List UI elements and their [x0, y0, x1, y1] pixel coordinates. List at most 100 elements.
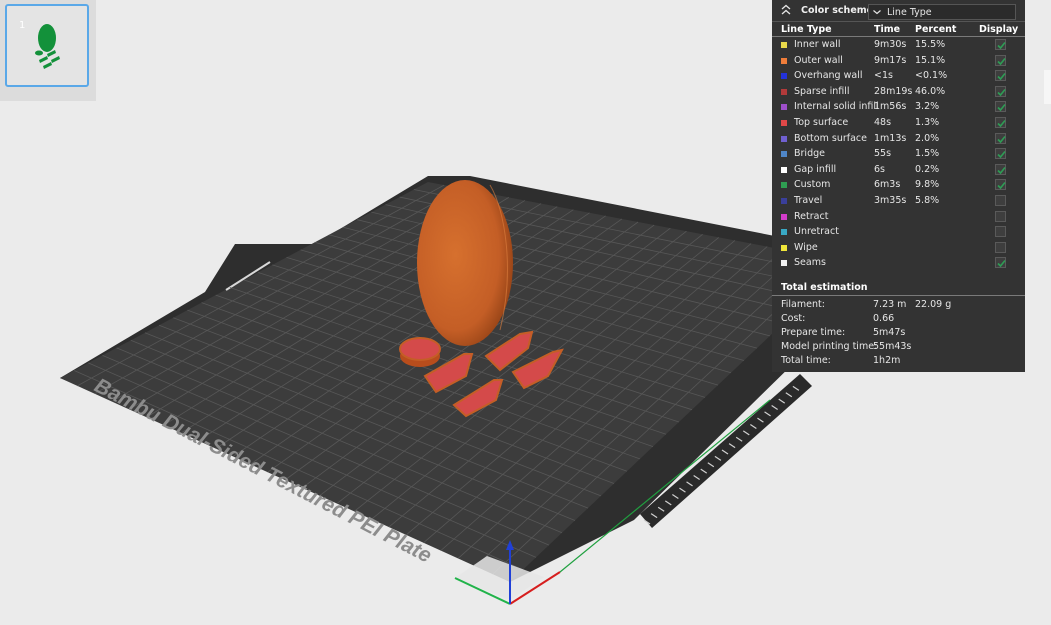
line-type-row[interactable]: Custom 6m3s 9.8%	[772, 178, 1025, 193]
line-type-name: Unretract	[794, 226, 839, 238]
display-checkbox[interactable]	[995, 132, 1006, 144]
line-type-row[interactable]: Unretract	[772, 225, 1025, 240]
line-type-row[interactable]: Travel 3m35s 5.8%	[772, 194, 1025, 209]
line-type-row[interactable]: Seams	[772, 256, 1025, 271]
display-checkbox[interactable]	[995, 148, 1006, 160]
header-time: Time	[874, 24, 901, 35]
display-checkbox[interactable]	[995, 179, 1006, 191]
color-swatch	[781, 57, 787, 64]
line-type-name: Inner wall	[794, 39, 841, 50]
line-type-name: Wipe	[794, 241, 818, 253]
header-percent: Percent	[915, 24, 957, 35]
plate-number: 1	[19, 20, 26, 31]
line-type-row[interactable]: Overhang wall <1s <0.1%	[772, 69, 1025, 84]
color-swatch	[781, 229, 787, 236]
filament-length: 7.23 m	[873, 299, 907, 310]
display-checkbox[interactable]	[995, 117, 1006, 128]
line-type-percent: 5.8%	[915, 195, 940, 206]
total-time-value: 1h2m	[873, 355, 901, 366]
line-type-row[interactable]: Outer wall 9m17s 15.1%	[772, 54, 1025, 69]
line-type-row[interactable]: Top surface 48s 1.3%	[772, 116, 1025, 131]
sliced-disk-part[interactable]	[399, 337, 441, 367]
color-scheme-dropdown[interactable]: Line Type	[868, 4, 1016, 20]
line-type-name: Seams	[794, 257, 826, 269]
line-type-percent: <0.1%	[915, 70, 948, 82]
total-estimation-title: Total estimation	[781, 282, 868, 293]
line-type-percent: 2.0%	[915, 132, 940, 144]
display-checkbox[interactable]	[995, 85, 1006, 97]
color-scheme-value: Line Type	[887, 7, 932, 18]
collapse-chevrons-icon[interactable]	[781, 4, 791, 16]
color-swatch	[781, 120, 787, 126]
check-icon	[997, 182, 1006, 190]
display-checkbox[interactable]	[995, 226, 1006, 238]
right-edge-marker	[1044, 70, 1051, 104]
line-type-name: Bottom surface	[794, 132, 867, 144]
color-swatch	[781, 213, 787, 220]
line-type-row[interactable]: Retract	[772, 210, 1025, 225]
display-checkbox[interactable]	[995, 257, 1006, 269]
line-type-name: Sparse infill	[794, 85, 850, 97]
header-line-type: Line Type	[781, 24, 832, 35]
line-type-percent: 46.0%	[915, 85, 946, 97]
line-type-percent: 1.5%	[915, 148, 940, 160]
check-icon	[997, 88, 1006, 96]
line-type-row[interactable]: Bottom surface 1m13s 2.0%	[772, 132, 1025, 147]
line-type-percent: 3.2%	[915, 101, 940, 113]
legend-header: Color scheme Line Type	[772, 0, 1025, 22]
display-checkbox[interactable]	[995, 210, 1006, 222]
display-checkbox[interactable]	[995, 70, 1006, 82]
color-swatch	[781, 198, 787, 204]
line-type-row[interactable]: Bridge 55s 1.5%	[772, 147, 1025, 162]
color-swatch	[781, 88, 787, 95]
check-icon	[997, 151, 1006, 159]
display-checkbox[interactable]	[995, 54, 1006, 66]
line-type-percent: 9.8%	[915, 179, 940, 191]
line-type-time: 28m19s	[874, 85, 913, 97]
color-swatch	[781, 151, 787, 158]
check-icon	[997, 166, 1006, 174]
plate-thumbnail[interactable]: 1	[5, 4, 89, 87]
display-checkbox[interactable]	[995, 195, 1006, 206]
display-checkbox[interactable]	[995, 39, 1006, 50]
line-type-name: Outer wall	[794, 54, 843, 66]
line-type-time: <1s	[874, 70, 893, 82]
color-swatch	[781, 166, 787, 173]
line-type-name: Gap infill	[794, 163, 837, 175]
legend-panel: Color scheme Line Type Line Type Time Pe…	[772, 0, 1025, 372]
line-type-name: Custom	[794, 179, 831, 191]
header-display: Display	[979, 24, 1019, 35]
color-scheme-label: Color scheme	[801, 5, 874, 16]
line-type-percent: 15.5%	[915, 39, 946, 50]
plate-preview-icon	[35, 24, 60, 69]
total-divider	[772, 295, 1025, 296]
sliced-egg-part[interactable]	[417, 180, 513, 346]
chevron-down-icon	[873, 10, 881, 15]
table-divider	[772, 36, 1025, 37]
line-type-row[interactable]: Gap infill 6s 0.2%	[772, 163, 1025, 178]
check-icon	[997, 57, 1006, 65]
line-type-row[interactable]: Wipe	[772, 241, 1025, 256]
prepare-time-label: Prepare time:	[781, 327, 846, 338]
line-type-name: Top surface	[794, 117, 849, 128]
display-checkbox[interactable]	[995, 163, 1006, 175]
line-type-name: Bridge	[794, 148, 825, 160]
line-type-row[interactable]: Sparse infill 28m19s 46.0%	[772, 85, 1025, 100]
plate-list: 1	[0, 0, 96, 101]
model-printing-time-label: Model printing time:	[781, 341, 878, 352]
line-type-row[interactable]: Inner wall 9m30s 15.5%	[772, 38, 1025, 53]
display-checkbox[interactable]	[995, 241, 1006, 253]
line-type-time: 6m3s	[874, 179, 901, 191]
line-type-time: 9m30s	[874, 39, 907, 50]
line-type-row[interactable]: Internal solid infill 1m56s 3.2%	[772, 100, 1025, 115]
display-checkbox[interactable]	[995, 101, 1006, 113]
line-type-time: 1m56s	[874, 101, 907, 113]
check-icon	[997, 104, 1006, 112]
check-icon	[997, 260, 1006, 268]
line-type-time: 6s	[874, 163, 885, 175]
line-type-percent: 0.2%	[915, 163, 940, 175]
cost-value: 0.66	[873, 313, 895, 324]
check-icon	[997, 41, 1006, 50]
line-type-name: Internal solid infill	[794, 101, 879, 113]
prepare-time-value: 5m47s	[873, 327, 906, 338]
